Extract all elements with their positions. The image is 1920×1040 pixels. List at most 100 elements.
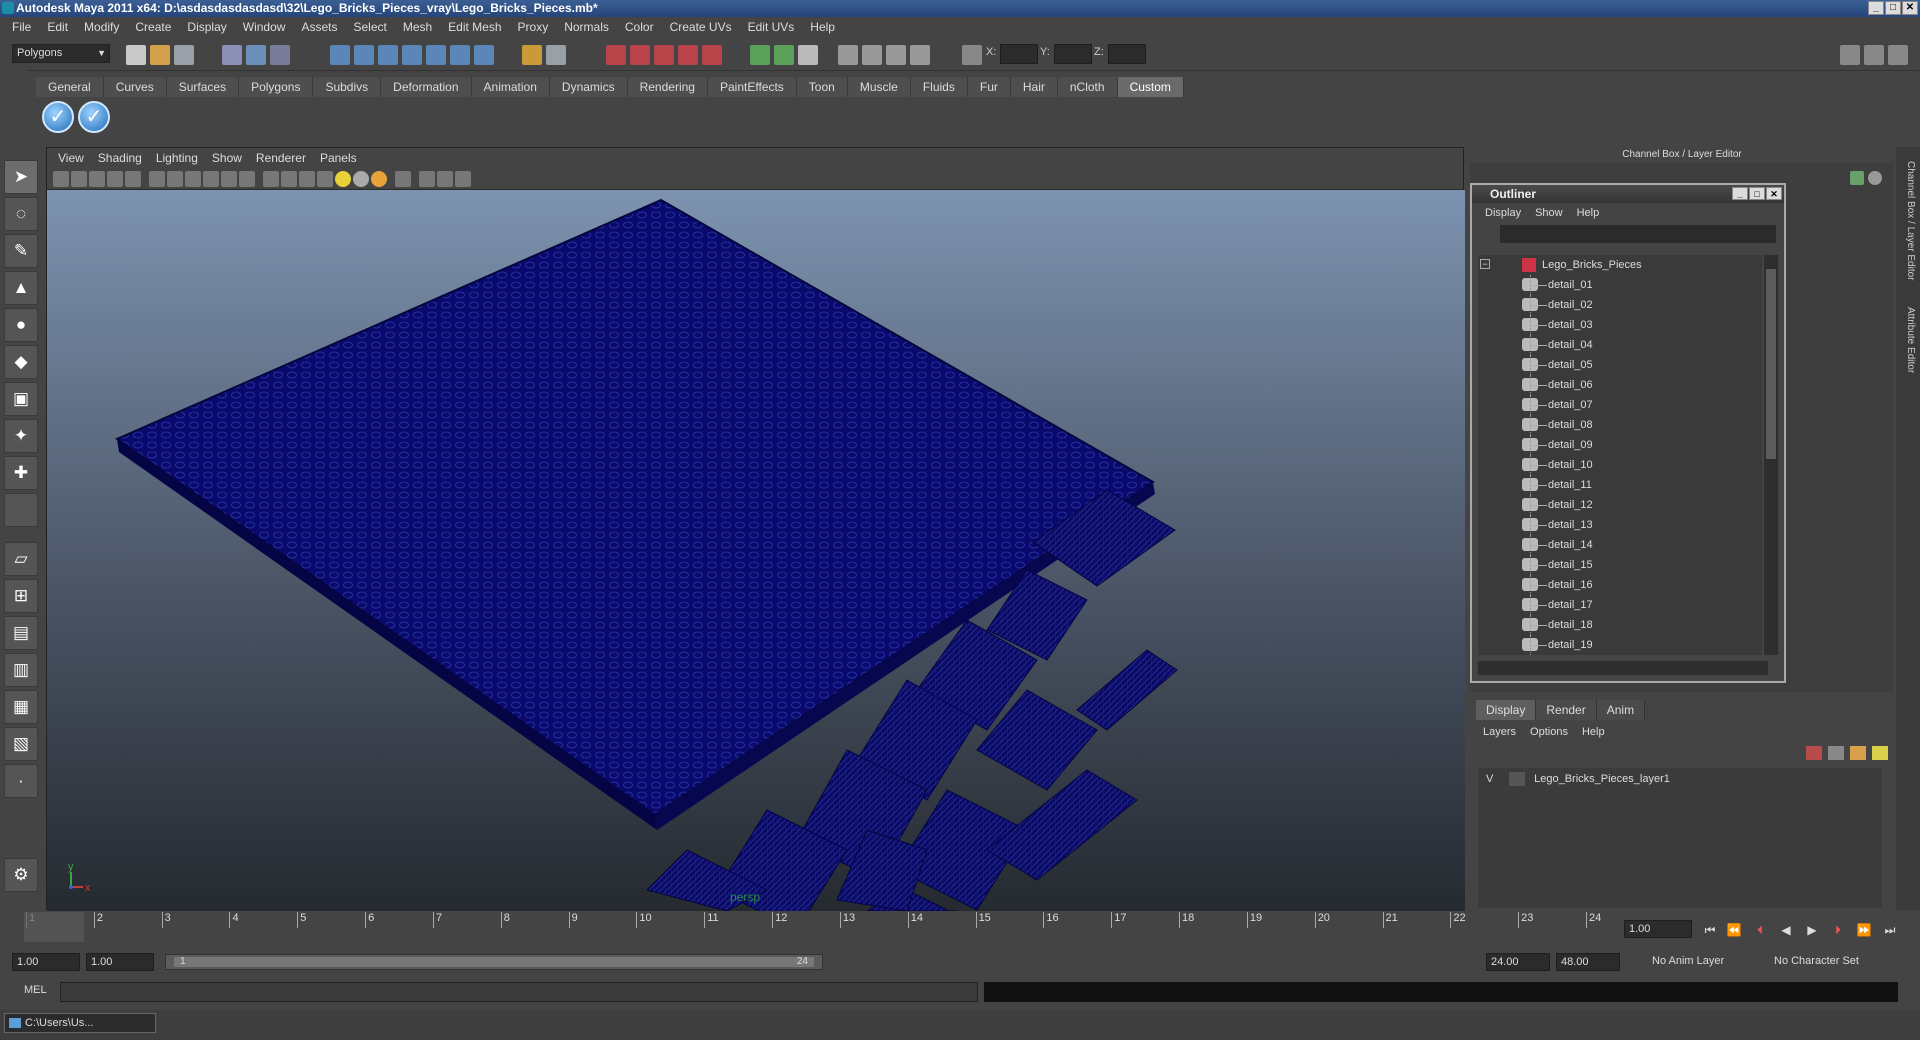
menu-create[interactable]: Create [127, 20, 179, 34]
layer-tab-render[interactable]: Render [1536, 700, 1597, 720]
soft-mod-icon[interactable]: ✦ [4, 419, 38, 453]
outliner-item[interactable]: detail_04 [1478, 335, 1762, 355]
shelf-tab-toon[interactable]: Toon [796, 77, 848, 97]
mode-selector[interactable]: Polygons ▼ [12, 44, 110, 63]
layout-four-views-icon[interactable]: ⊞ [4, 579, 38, 613]
shelf-tab-surfaces[interactable]: Surfaces [166, 77, 240, 97]
hotbox-icon[interactable]: ⚙ [4, 858, 38, 892]
shelf-tab-curves[interactable]: Curves [103, 77, 167, 97]
outliner-menu-display[interactable]: Display [1478, 207, 1528, 219]
layout-graph-persp-icon[interactable]: ▥ [4, 653, 38, 687]
vp-menu-view[interactable]: View [51, 151, 91, 165]
paint-select-icon[interactable]: ✎ [4, 234, 38, 268]
snap-plane-icon[interactable] [402, 45, 422, 65]
outliner-hscroll[interactable] [1478, 661, 1768, 675]
outliner-item[interactable]: detail_16 [1478, 575, 1762, 595]
menu-edit-uvs[interactable]: Edit UVs [740, 20, 803, 34]
select-component-icon[interactable] [270, 45, 290, 65]
select-object-icon[interactable] [246, 45, 266, 65]
resolution-gate-icon[interactable] [167, 171, 183, 187]
xray-joints-icon[interactable] [437, 171, 453, 187]
new-layer-selected-icon[interactable] [1872, 746, 1888, 760]
menu-edit[interactable]: Edit [39, 20, 76, 34]
construction-icon[interactable] [474, 45, 494, 65]
outliner-item[interactable]: detail_17 [1478, 595, 1762, 615]
layer-tab-anim[interactable]: Anim [1596, 700, 1646, 720]
menu-display[interactable]: Display [179, 20, 234, 34]
time-slider[interactable]: 123456789101112131415161718192021222324 [12, 912, 1622, 944]
rotate-tool-icon[interactable]: ● [4, 308, 38, 342]
vp-menu-panels[interactable]: Panels [313, 151, 364, 165]
current-frame-field[interactable]: 1.00 [1624, 920, 1692, 938]
outliner-item[interactable]: detail_02 [1478, 295, 1762, 315]
play-backward-icon[interactable]: ◀ [1776, 922, 1796, 938]
outliner-root-row[interactable]: − Lego_Bricks_Pieces [1478, 255, 1762, 275]
universal-manipulator-icon[interactable]: ▣ [4, 382, 38, 416]
layout-hypershade-icon[interactable]: ▦ [4, 690, 38, 724]
last-tool-icon[interactable] [4, 493, 38, 527]
layout-single-icon[interactable] [1840, 45, 1860, 65]
shelf-tab-ncloth[interactable]: nCloth [1057, 77, 1118, 97]
outliner-item[interactable]: detail_15 [1478, 555, 1762, 575]
menu-mesh[interactable]: Mesh [395, 20, 440, 34]
layout-outliner-icon[interactable] [1888, 45, 1908, 65]
shelf-tab-subdivs[interactable]: Subdivs [313, 77, 382, 97]
outliner-item[interactable]: detail_12 [1478, 495, 1762, 515]
outliner-item[interactable]: detail_10 [1478, 455, 1762, 475]
wireframe-icon[interactable] [263, 171, 279, 187]
vp-menu-show[interactable]: Show [205, 151, 249, 165]
scale-tool-icon[interactable]: ◆ [4, 345, 38, 379]
go-to-start-icon[interactable]: ⏮ [1700, 922, 1720, 938]
save-scene-icon[interactable] [174, 45, 194, 65]
collapse-icon[interactable]: − [1480, 259, 1490, 269]
layer-visibility-toggle[interactable]: V [1486, 773, 1506, 785]
go-to-end-icon[interactable]: ⏭ [1880, 922, 1900, 938]
character-set-selector[interactable]: No Character Set [1770, 953, 1874, 971]
layer-row[interactable]: V Lego_Bricks_Pieces_layer1 [1486, 772, 1670, 786]
smooth-shade-icon[interactable] [281, 171, 297, 187]
layer-editor-icon[interactable] [886, 45, 906, 65]
shelf-tab-dynamics[interactable]: Dynamics [549, 77, 628, 97]
lock-icon[interactable] [522, 45, 542, 65]
shelf-check-button-1[interactable]: ✓ [42, 101, 74, 133]
command-input[interactable] [60, 982, 978, 1002]
history-icon[interactable] [450, 45, 470, 65]
menu-proxy[interactable]: Proxy [510, 20, 557, 34]
outliner-menu-show[interactable]: Show [1528, 207, 1570, 219]
shelf-tab-muscle[interactable]: Muscle [847, 77, 911, 97]
attribute-editor-icon[interactable] [798, 45, 818, 65]
bookmark-icon[interactable] [89, 171, 105, 187]
outliner-vscroll[interactable] [1764, 255, 1778, 655]
render-view-icon[interactable] [702, 45, 722, 65]
layout-four-icon[interactable] [1864, 45, 1884, 65]
pin-icon[interactable] [1868, 171, 1882, 185]
outliner-close-button[interactable]: ✕ [1766, 187, 1782, 200]
show-manipulator-icon[interactable]: ✚ [4, 456, 38, 490]
outliner-item[interactable]: detail_05 [1478, 355, 1762, 375]
outliner-item[interactable]: detail_11 [1478, 475, 1762, 495]
shelf-tab-painteffects[interactable]: PaintEffects [707, 77, 797, 97]
isolate-select-icon[interactable] [395, 171, 411, 187]
outliner-item[interactable]: detail_19 [1478, 635, 1762, 655]
film-gate-icon[interactable] [149, 171, 165, 187]
tool-settings-icon[interactable] [838, 45, 858, 65]
step-back-key-icon[interactable]: ⏴ [1750, 922, 1770, 938]
open-scene-icon[interactable] [150, 45, 170, 65]
shelf-tab-general[interactable]: General [36, 77, 104, 97]
grid-toggle-icon[interactable] [125, 171, 141, 187]
wireframe-on-shaded-icon[interactable] [299, 171, 315, 187]
outliner-item[interactable]: detail_13 [1478, 515, 1762, 535]
outliner-menu-help[interactable]: Help [1570, 207, 1607, 219]
vp-menu-shading[interactable]: Shading [91, 151, 149, 165]
channel-box-icon[interactable] [862, 45, 882, 65]
layer-menu-layers[interactable]: Layers [1476, 722, 1523, 742]
layer-type-toggle[interactable] [1509, 772, 1526, 786]
end-time-field[interactable]: 48.00 [1556, 953, 1620, 971]
menu-select[interactable]: Select [345, 20, 394, 34]
lasso-tool-icon[interactable]: ◌ [4, 197, 38, 231]
shelf-tab-animation[interactable]: Animation [471, 77, 550, 97]
play-forward-icon[interactable]: ▶ [1802, 922, 1822, 938]
layer-tab-display[interactable]: Display [1476, 700, 1537, 720]
channel-icon[interactable] [1850, 171, 1864, 185]
new-scene-icon[interactable] [126, 45, 146, 65]
